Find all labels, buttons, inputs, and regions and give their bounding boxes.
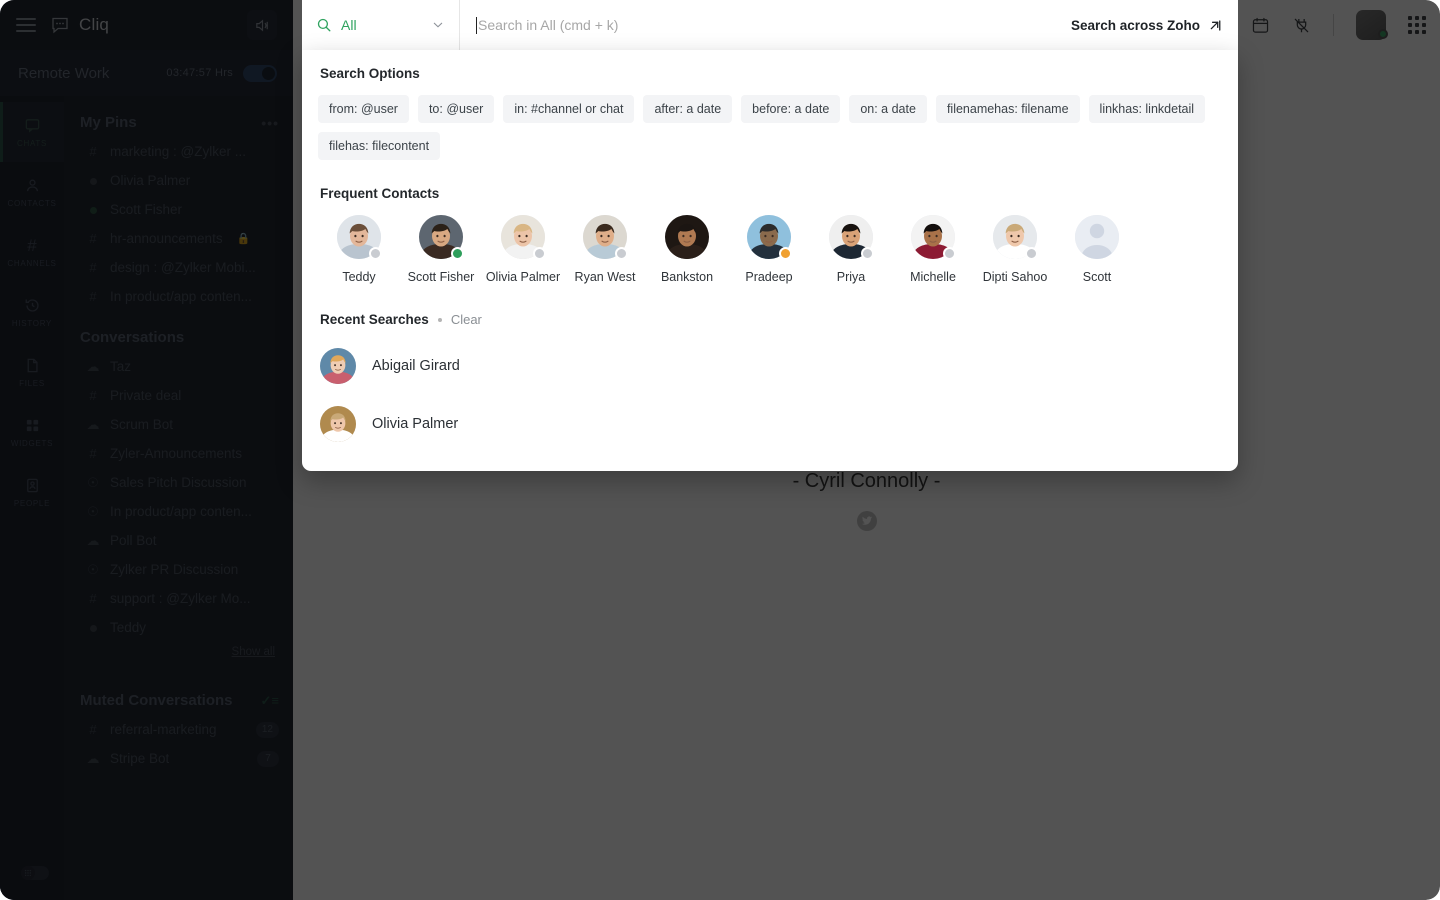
search-option-chip[interactable]: before: a date bbox=[741, 95, 841, 123]
search-option-chip[interactable]: after: a date bbox=[643, 95, 733, 123]
frequent-contact-name: Pradeep bbox=[745, 270, 793, 284]
frequent-contact-item[interactable]: Michelle bbox=[892, 215, 974, 286]
presence-indicator bbox=[615, 247, 628, 260]
recent-searches-list: Abigail Girard Olivia Palmer bbox=[318, 337, 1222, 453]
frequent-contacts-title: Frequent Contacts bbox=[320, 186, 440, 201]
search-suggestions-panel: Search Options from: @user to: @user in:… bbox=[302, 50, 1238, 472]
frequent-contact-name: Olivia Palmer bbox=[485, 270, 561, 284]
clear-recent-searches-link[interactable]: Clear bbox=[451, 312, 482, 327]
frequent-contact-name: Bankston bbox=[660, 270, 714, 284]
frequent-contact-name: Priya bbox=[836, 270, 866, 284]
recent-search-name: Abigail Girard bbox=[372, 358, 460, 375]
app-window: Cliq Remote Work 03:47:57 Hrs bbox=[0, 0, 1440, 900]
frequent-contact-item[interactable]: Priya bbox=[810, 215, 892, 286]
avatar bbox=[320, 406, 356, 443]
avatar bbox=[419, 215, 464, 260]
frequent-contact-item[interactable]: Dipti Sahoo bbox=[974, 215, 1056, 286]
presence-indicator bbox=[451, 247, 464, 260]
chevron-down-icon bbox=[431, 18, 445, 32]
avatar bbox=[665, 215, 709, 259]
avatar-image bbox=[665, 215, 709, 259]
frequent-contact-name: Scott bbox=[1082, 270, 1112, 284]
avatar bbox=[911, 215, 956, 260]
search-scope-select[interactable]: All bbox=[302, 0, 460, 50]
recent-searches-title: Recent Searches bbox=[320, 312, 429, 328]
frequent-contact-item[interactable]: Olivia Palmer bbox=[482, 215, 564, 286]
avatar bbox=[583, 215, 628, 260]
search-scope-label: All bbox=[341, 17, 357, 33]
frequent-contact-name: Dipti Sahoo bbox=[982, 270, 1048, 284]
frequent-contact-name: Teddy bbox=[342, 270, 376, 284]
avatar bbox=[320, 348, 356, 385]
recent-searches-header: Recent Searches Clear bbox=[318, 312, 1222, 327]
search-option-chip[interactable]: filehas: filecontent bbox=[318, 132, 441, 160]
external-link-arrow-icon bbox=[1207, 18, 1222, 33]
presence-indicator bbox=[1025, 247, 1038, 260]
presence-indicator bbox=[533, 247, 546, 260]
presence-indicator bbox=[861, 247, 874, 260]
frequent-contact-item[interactable]: Ryan West bbox=[564, 215, 646, 286]
presence-indicator bbox=[943, 247, 956, 260]
frequent-contact-item[interactable]: Pradeep bbox=[728, 215, 810, 286]
frequent-contacts-list: Teddy Scott Fisher Olivia Palmer Ryan West B… bbox=[318, 215, 1222, 286]
search-options-title: Search Options bbox=[320, 66, 420, 81]
search-option-chip[interactable]: filenamehas: filename bbox=[935, 95, 1080, 123]
presence-indicator bbox=[779, 247, 792, 260]
search-across-zoho-link[interactable]: Search across Zoho bbox=[1061, 0, 1238, 50]
search-options-chips-row2: filehas: filecontent bbox=[318, 132, 1222, 160]
presence-indicator bbox=[369, 247, 382, 260]
recent-search-item[interactable]: Abigail Girard bbox=[318, 337, 1222, 395]
search-option-chip[interactable]: in: #channel or chat bbox=[503, 95, 635, 123]
recent-search-item[interactable]: Olivia Palmer bbox=[318, 395, 1222, 453]
avatar bbox=[829, 215, 874, 260]
avatar bbox=[501, 215, 546, 260]
separator-dot bbox=[437, 317, 442, 322]
search-input[interactable] bbox=[478, 17, 1045, 33]
search-bar: All Search across Zoho bbox=[302, 0, 1238, 50]
frequent-contact-item[interactable]: Teddy bbox=[318, 215, 400, 286]
search-panel: All Search across Zoho bbox=[302, 0, 1238, 472]
frequent-contact-name: Michelle bbox=[910, 270, 956, 284]
search-option-chip[interactable]: linkhas: linkdetail bbox=[1088, 95, 1206, 123]
frequent-contact-name: Scott Fisher bbox=[407, 270, 475, 284]
text-caret bbox=[476, 16, 477, 34]
avatar bbox=[747, 215, 792, 260]
search-option-chip[interactable]: from: @user bbox=[318, 95, 409, 123]
avatar bbox=[1075, 215, 1119, 259]
frequent-contact-name: Ryan West bbox=[574, 270, 636, 284]
search-option-chip[interactable]: on: a date bbox=[849, 95, 927, 123]
search-input-wrapper[interactable] bbox=[460, 0, 1061, 50]
frequent-contact-item[interactable]: Bankston bbox=[646, 215, 728, 286]
avatar bbox=[337, 215, 382, 260]
avatar bbox=[993, 215, 1038, 260]
search-across-zoho-label: Search across Zoho bbox=[1070, 17, 1200, 33]
search-icon bbox=[316, 17, 332, 33]
search-option-chip[interactable]: to: @user bbox=[417, 95, 495, 123]
frequent-contact-item[interactable]: Scott bbox=[1056, 215, 1138, 286]
frequent-contact-item[interactable]: Scott Fisher bbox=[400, 215, 482, 286]
recent-search-name: Olivia Palmer bbox=[372, 416, 459, 433]
search-options-chips: from: @user to: @user in: #channel or ch… bbox=[318, 95, 1222, 123]
avatar-image bbox=[1075, 215, 1119, 259]
